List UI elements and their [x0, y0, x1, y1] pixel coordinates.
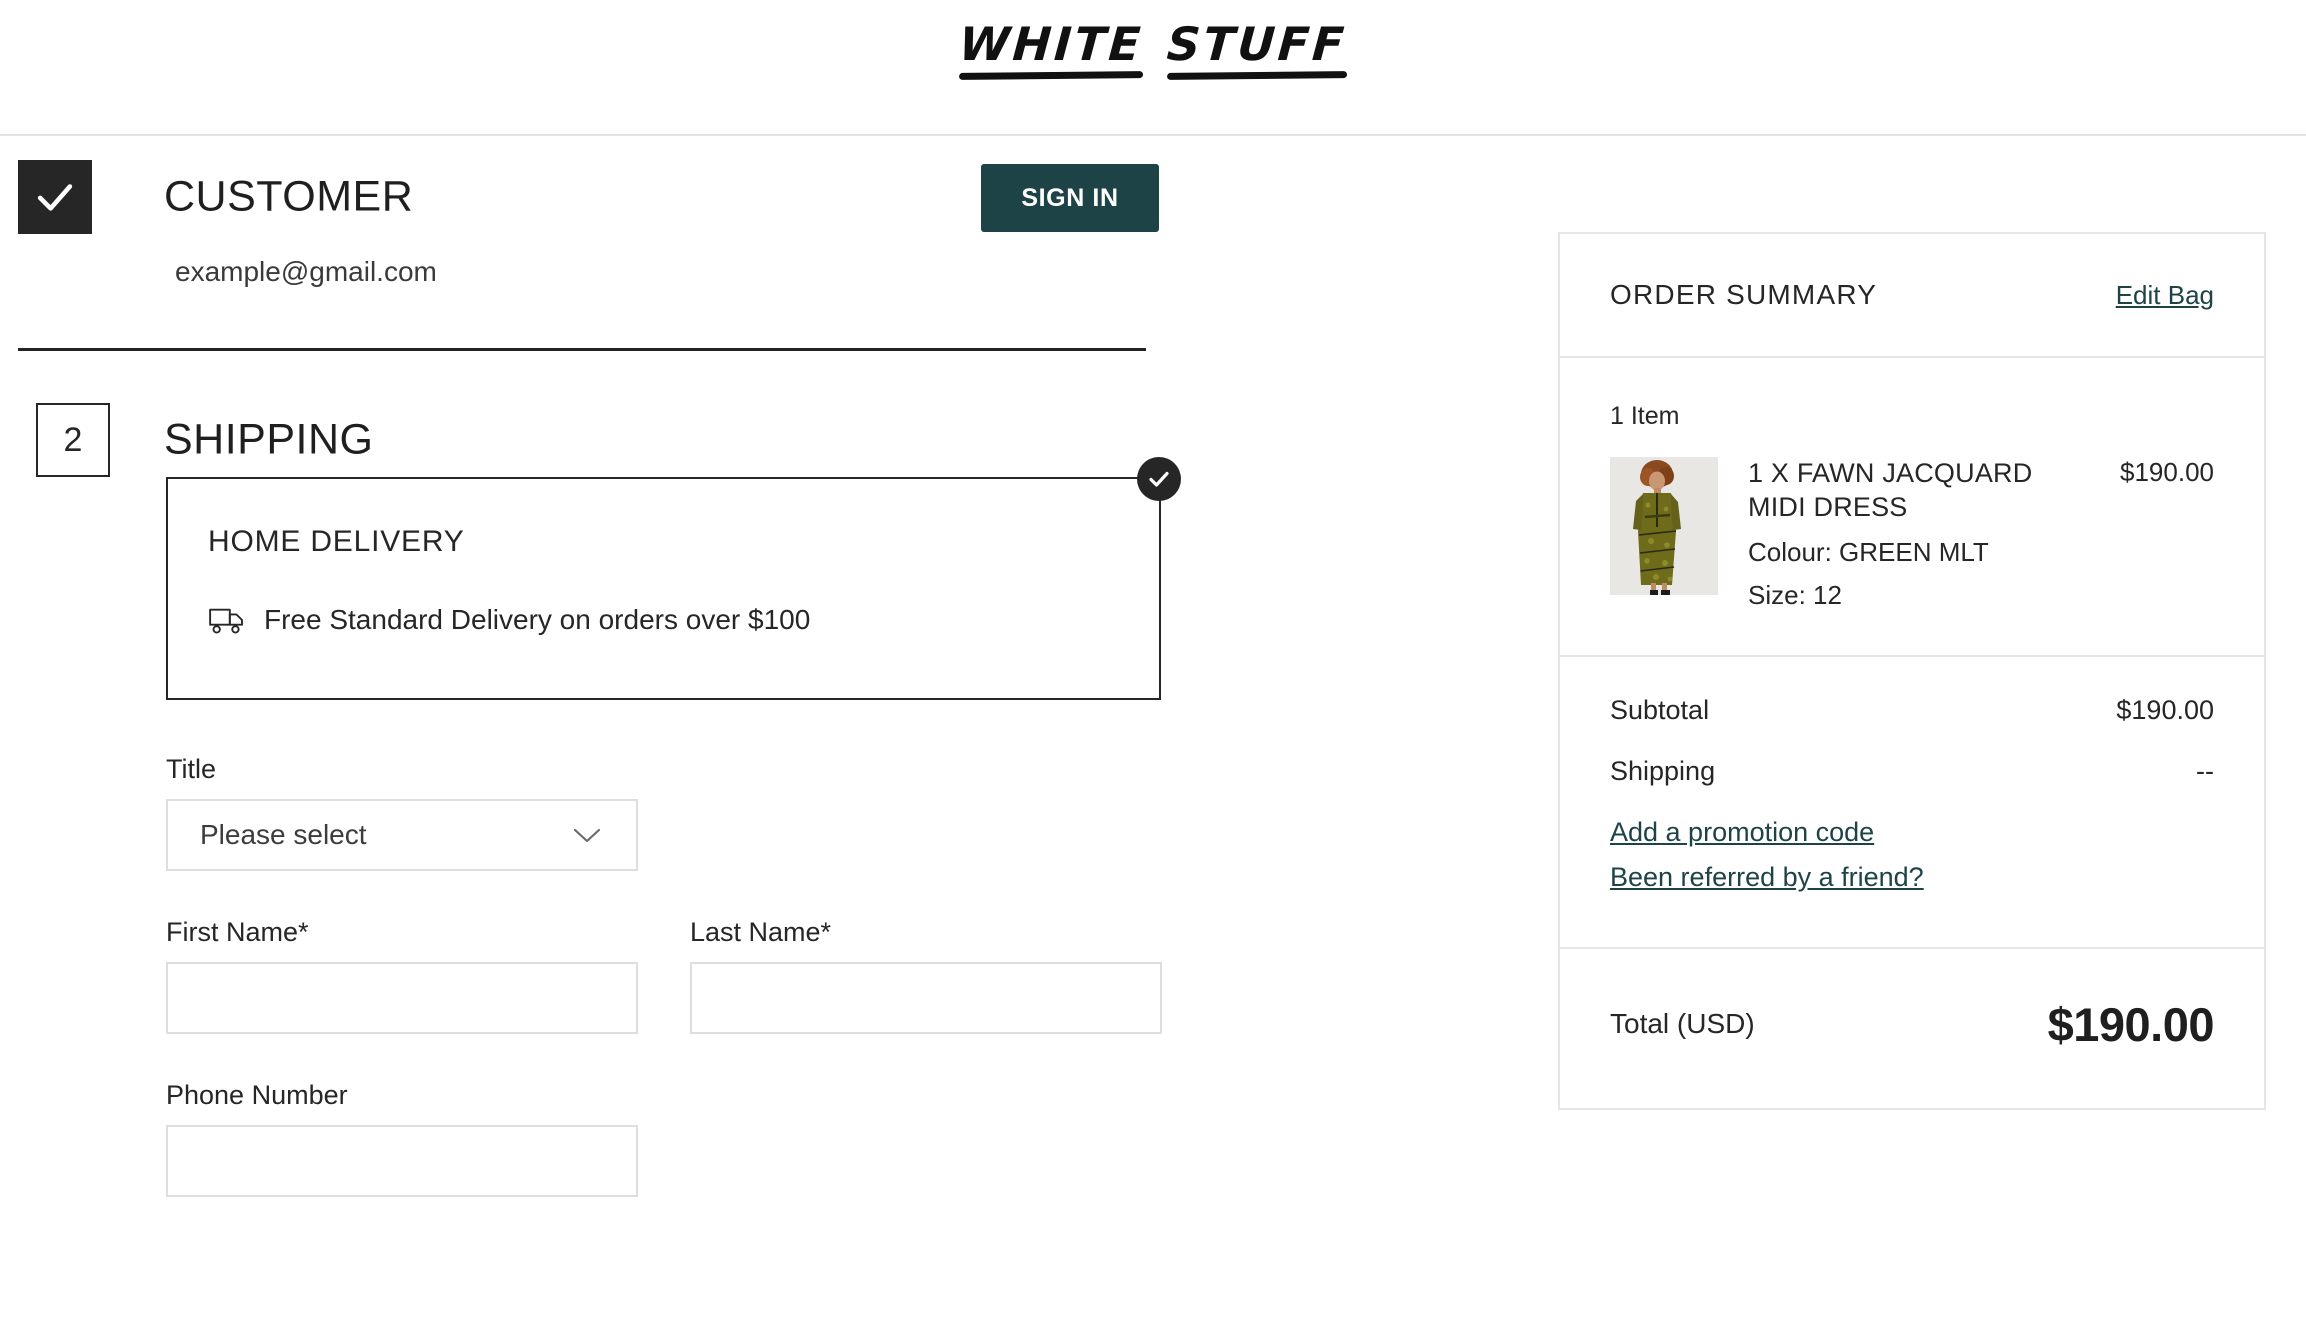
site-header: WHITE STUFF: [0, 0, 2306, 136]
title-label: Title: [166, 754, 217, 784]
subtotal-label: Subtotal: [1610, 694, 1710, 725]
product-image: [1610, 457, 1718, 595]
shipping-title: SHIPPING: [164, 415, 374, 464]
checkout-page: WHITE STUFF CUSTOMER SIGN IN example@gma…: [0, 0, 2306, 1326]
order-items-section: 1 Item 1 X FAWN JACQUARD MIDI DRESS Colo…: [1560, 358, 2264, 655]
order-summary-card: ORDER SUMMARY Edit Bag 1 Item 1 X FAWN J…: [1558, 232, 2266, 1110]
home-delivery-label: HOME DELIVERY: [208, 525, 465, 558]
shipping-form: Title Please select First Name* Last Nam…: [166, 754, 1162, 1197]
logo-word-white: WHITE: [957, 17, 1146, 81]
shipping-section: 2 SHIPPING HOME DELIVERY Free Standard D…: [18, 403, 1181, 1197]
edit-bag-link[interactable]: Edit Bag: [2116, 280, 2214, 311]
brand-logo[interactable]: WHITE STUFF: [957, 17, 1349, 81]
order-item-row: 1 X FAWN JACQUARD MIDI DRESS Colour: GRE…: [1610, 431, 2214, 655]
customer-section: CUSTOMER SIGN IN example@gmail.com: [18, 160, 1159, 351]
logo-text-stuff: STUFF: [1165, 17, 1349, 71]
check-circle-icon: [1149, 471, 1169, 487]
home-delivery-option[interactable]: HOME DELIVERY Free Standard Delivery on …: [166, 457, 1181, 700]
subtotal-value: $190.00: [2116, 694, 2214, 725]
product-colour: Colour: GREEN MLT: [1748, 536, 1989, 567]
section-divider: [18, 348, 1146, 351]
title-field-group: Title Please select: [166, 754, 1161, 871]
shipping-step-number: 2: [36, 403, 110, 477]
order-summary-panel: ORDER SUMMARY Edit Bag 1 Item 1 X FAWN J…: [1558, 232, 2266, 1110]
truck-icon: [209, 608, 243, 634]
phone-label: Phone Number: [166, 1080, 348, 1110]
shipping-section-header: 2 SHIPPING: [18, 403, 1148, 477]
logo-underline-stuff: [1167, 71, 1347, 81]
title-select-wrap: Please select: [166, 799, 638, 871]
shipping-cost-label: Shipping: [1610, 755, 1716, 786]
home-delivery-selected-badge: [1137, 457, 1181, 501]
phone-field-group: Phone Number: [166, 1080, 1161, 1197]
logo-text-white: WHITE: [957, 17, 1146, 71]
grand-total-section: Total (USD) $190.00: [1560, 949, 2264, 1108]
shipping-cost-value: --: [2196, 755, 2214, 786]
last-name-input[interactable]: [690, 962, 1162, 1034]
check-icon: [37, 184, 73, 211]
subtotal-row: Subtotal $190.00: [1610, 695, 2214, 726]
product-thumbnail[interactable]: [1610, 457, 1718, 595]
title-select[interactable]: Please select: [166, 799, 638, 871]
total-label: Total (USD): [1610, 1008, 1755, 1039]
logo-underline-white: [959, 71, 1144, 81]
customer-email: example@gmail.com: [175, 256, 437, 287]
product-size: Size: 12: [1748, 579, 1842, 610]
logo-word-stuff: STUFF: [1165, 17, 1349, 81]
customer-section-header: CUSTOMER SIGN IN: [18, 160, 1159, 234]
delivery-promo: Free Standard Delivery on orders over $1…: [208, 604, 810, 636]
customer-title: CUSTOMER: [164, 172, 414, 221]
referral-link[interactable]: Been referred by a friend?: [1610, 862, 2214, 893]
name-fields-row: First Name* Last Name*: [166, 917, 1162, 1034]
last-name-field-group: Last Name*: [690, 917, 1162, 1034]
order-summary-heading: ORDER SUMMARY: [1610, 279, 1878, 310]
checkout-main: CUSTOMER SIGN IN example@gmail.com 2 SHI…: [18, 160, 1181, 1197]
product-price: $190.00: [2120, 457, 2214, 487]
shipping-row: Shipping --: [1610, 756, 2214, 787]
phone-input[interactable]: [166, 1125, 638, 1197]
product-details: 1 X FAWN JACQUARD MIDI DRESS Colour: GRE…: [1748, 457, 2080, 611]
sign-in-button[interactable]: SIGN IN: [981, 164, 1159, 232]
product-name: 1 X FAWN JACQUARD MIDI DRESS: [1748, 458, 2033, 522]
item-count: 1 Item: [1610, 402, 1680, 430]
first-name-field-group: First Name*: [166, 917, 638, 1034]
total-value: $190.00: [2047, 997, 2215, 1051]
first-name-label: First Name*: [166, 917, 309, 947]
add-promotion-code-link[interactable]: Add a promotion code: [1610, 817, 2214, 848]
customer-step-complete-icon: [18, 160, 92, 234]
order-summary-header: ORDER SUMMARY Edit Bag: [1560, 234, 2264, 356]
last-name-label: Last Name*: [690, 917, 832, 947]
order-totals-section: Subtotal $190.00 Shipping -- Add a promo…: [1560, 657, 2264, 947]
first-name-input[interactable]: [166, 962, 638, 1034]
delivery-promo-text: Free Standard Delivery on orders over $1…: [264, 604, 811, 635]
